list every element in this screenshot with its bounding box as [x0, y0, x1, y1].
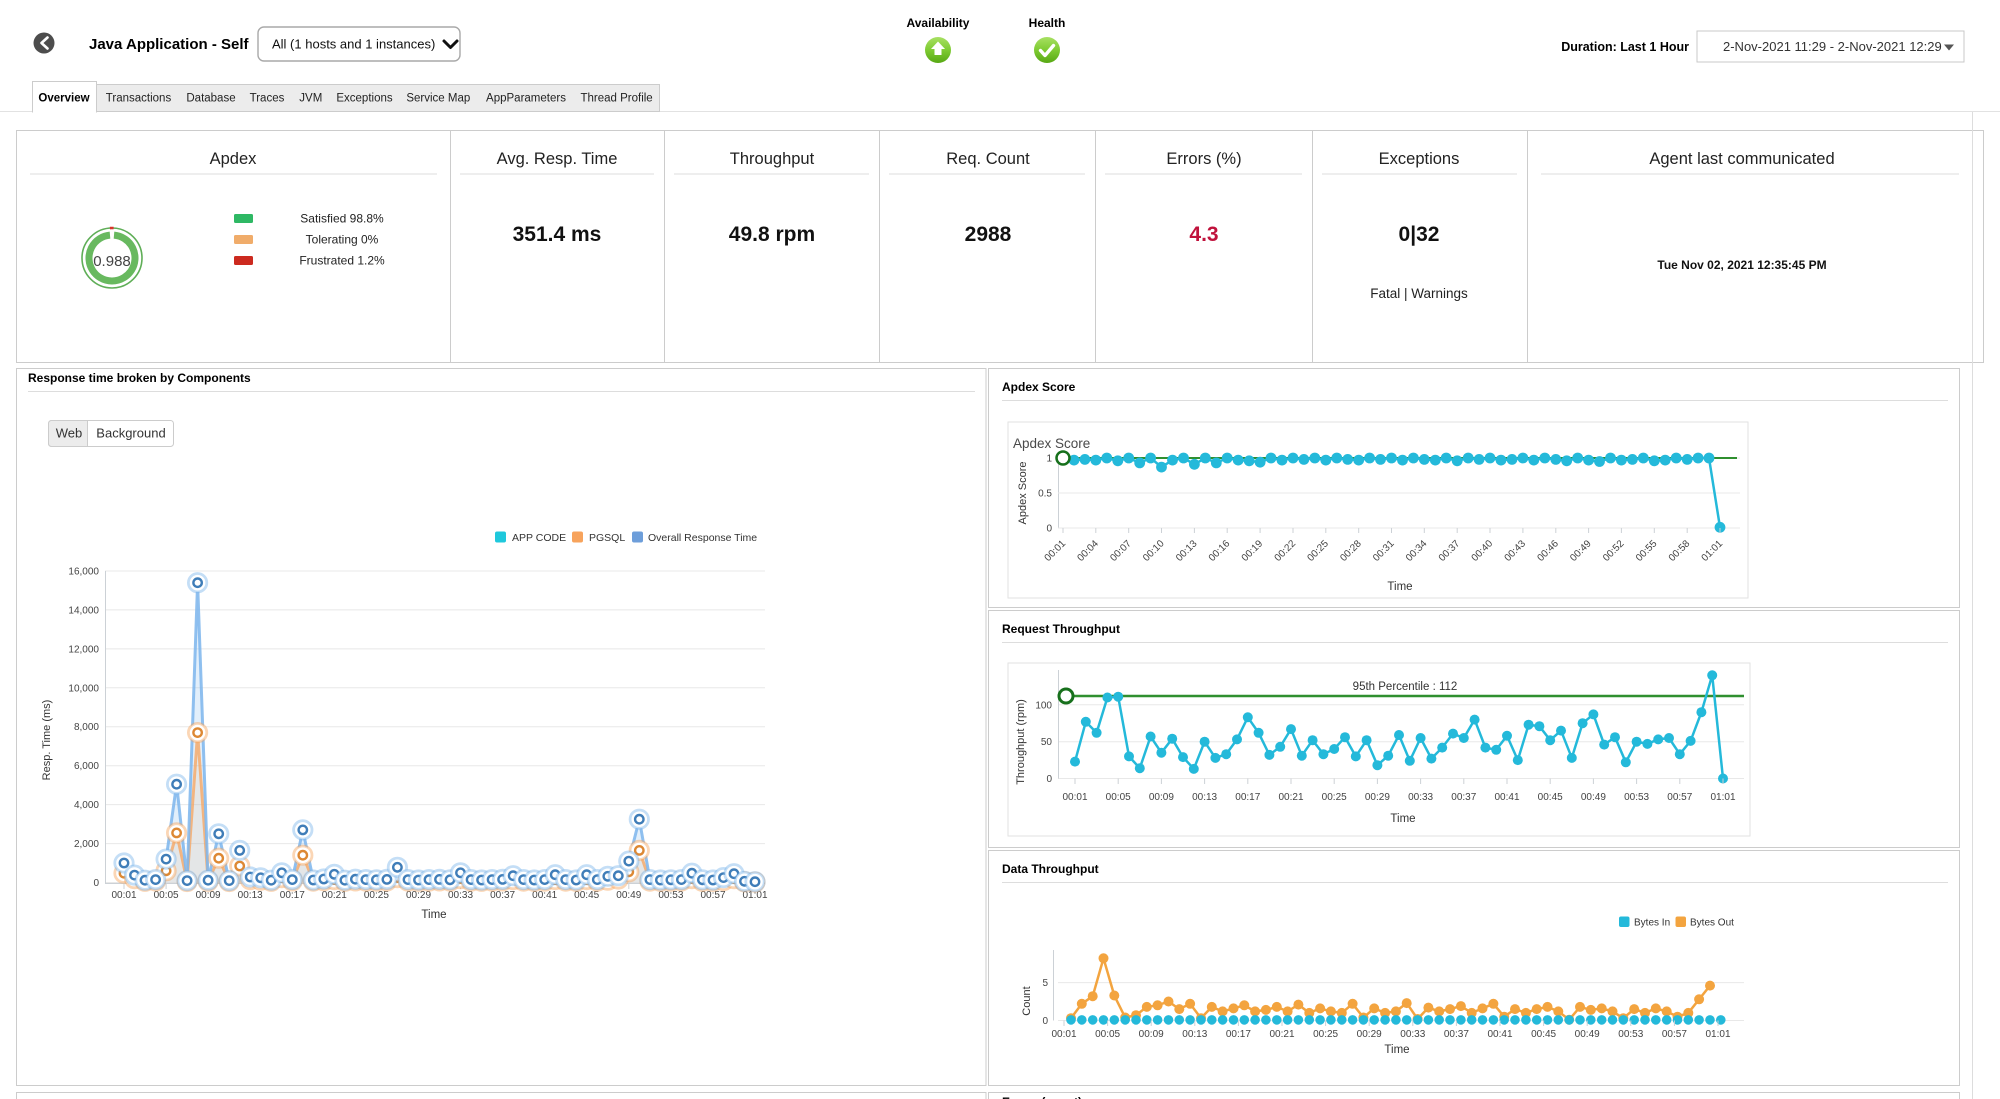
svg-text:00:01: 00:01 [1051, 1029, 1076, 1040]
svg-text:00:53: 00:53 [1618, 1029, 1643, 1040]
svg-text:00:21: 00:21 [1278, 792, 1303, 803]
svg-text:0.5: 0.5 [1038, 489, 1052, 500]
svg-text:00:09: 00:09 [1139, 1029, 1164, 1040]
svg-text:PGSQL: PGSQL [589, 532, 625, 544]
svg-text:00:33: 00:33 [1408, 792, 1433, 803]
svg-text:16,000: 16,000 [68, 567, 99, 578]
svg-text:95th Percentile : 112: 95th Percentile : 112 [1353, 681, 1458, 693]
svg-text:00:09: 00:09 [1149, 792, 1174, 803]
svg-text:00:37: 00:37 [1451, 792, 1476, 803]
svg-text:00:13: 00:13 [1182, 1029, 1207, 1040]
svg-text:6,000: 6,000 [74, 761, 99, 772]
svg-text:Count: Count [1021, 986, 1033, 1015]
svg-text:Time: Time [1384, 1044, 1409, 1056]
svg-text:00:01: 00:01 [111, 890, 136, 901]
svg-text:5: 5 [1042, 978, 1048, 989]
svg-text:00:41: 00:41 [1494, 792, 1519, 803]
svg-text:14,000: 14,000 [68, 605, 99, 616]
svg-text:Apdex Score: Apdex Score [1017, 462, 1029, 525]
svg-text:Bytes Out: Bytes Out [1690, 918, 1734, 929]
svg-text:00:45: 00:45 [1538, 792, 1563, 803]
svg-text:00:21: 00:21 [1269, 1029, 1294, 1040]
svg-text:00:41: 00:41 [1487, 1029, 1512, 1040]
svg-text:8,000: 8,000 [74, 722, 99, 733]
svg-text:00:05: 00:05 [154, 890, 179, 901]
svg-text:APP CODE: APP CODE [512, 532, 566, 544]
svg-text:00:01: 00:01 [1062, 792, 1087, 803]
svg-text:00:37: 00:37 [490, 890, 515, 901]
svg-text:Throughput (rpm): Throughput (rpm) [1015, 699, 1027, 785]
svg-text:Time: Time [421, 909, 446, 921]
svg-text:00:05: 00:05 [1095, 1029, 1120, 1040]
svg-text:0: 0 [1046, 774, 1052, 785]
svg-text:50: 50 [1041, 737, 1053, 748]
svg-text:00:29: 00:29 [1357, 1029, 1382, 1040]
svg-text:Request Throughput: Request Throughput [1002, 622, 1120, 636]
svg-text:Overall Response Time: Overall Response Time [648, 532, 757, 544]
svg-text:Resp. Time (ms): Resp. Time (ms) [41, 700, 53, 781]
svg-text:00:57: 00:57 [1667, 792, 1692, 803]
svg-text:100: 100 [1035, 700, 1052, 711]
svg-text:00:13: 00:13 [1192, 792, 1217, 803]
svg-text:Data Throughput: Data Throughput [1002, 862, 1099, 876]
svg-text:Apdex Score: Apdex Score [1002, 380, 1076, 394]
svg-text:Apdex Score: Apdex Score [1013, 436, 1090, 451]
svg-text:00:29: 00:29 [1365, 792, 1390, 803]
svg-text:1: 1 [1046, 454, 1052, 465]
svg-text:Response time broken by Compon: Response time broken by Components [28, 371, 251, 385]
svg-text:00:45: 00:45 [1531, 1029, 1556, 1040]
svg-text:00:13: 00:13 [238, 890, 263, 901]
svg-text:Web: Web [56, 426, 83, 441]
svg-text:Errors (count): Errors (count) [1002, 1095, 1082, 1099]
svg-text:00:25: 00:25 [1313, 1029, 1338, 1040]
svg-text:2,000: 2,000 [74, 839, 99, 850]
svg-text:00:53: 00:53 [1624, 792, 1649, 803]
svg-text:00:17: 00:17 [1235, 792, 1260, 803]
svg-text:4,000: 4,000 [74, 800, 99, 811]
svg-text:00:17: 00:17 [1226, 1029, 1251, 1040]
svg-text:00:57: 00:57 [1662, 1029, 1687, 1040]
svg-text:00:49: 00:49 [1575, 1029, 1600, 1040]
svg-text:Background: Background [96, 426, 165, 441]
svg-text:00:17: 00:17 [280, 890, 305, 901]
svg-text:00:33: 00:33 [448, 890, 473, 901]
svg-text:01:01: 01:01 [1710, 792, 1735, 803]
svg-text:00:33: 00:33 [1400, 1029, 1425, 1040]
svg-text:00:05: 00:05 [1106, 792, 1131, 803]
svg-text:01:01: 01:01 [1705, 1029, 1730, 1040]
svg-text:10,000: 10,000 [68, 683, 99, 694]
svg-text:12,000: 12,000 [68, 644, 99, 655]
svg-text:00:37: 00:37 [1444, 1029, 1469, 1040]
svg-text:0: 0 [93, 878, 99, 889]
svg-text:00:25: 00:25 [1322, 792, 1347, 803]
svg-text:Time: Time [1390, 813, 1415, 825]
svg-text:00:49: 00:49 [1581, 792, 1606, 803]
svg-text:Bytes In: Bytes In [1634, 918, 1670, 929]
svg-text:00:49: 00:49 [616, 890, 641, 901]
svg-text:0: 0 [1042, 1016, 1048, 1027]
svg-text:0: 0 [1046, 524, 1052, 535]
svg-text:Time: Time [1387, 581, 1412, 593]
